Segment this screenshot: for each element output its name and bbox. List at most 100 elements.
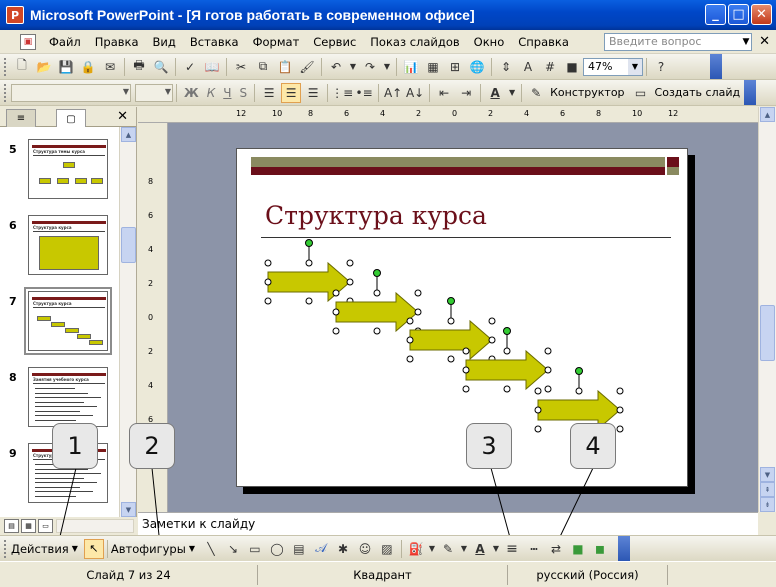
help-search-input[interactable]: Введите вопрос [604,33,752,51]
menu-help[interactable]: Справка [511,35,576,49]
font-color-icon[interactable]: A [470,539,490,559]
rectangle-icon[interactable]: ▭ [245,539,265,559]
shadow-button[interactable]: S [235,86,251,100]
numbering-icon[interactable]: ⋮≡ [331,83,353,103]
next-slide-icon[interactable]: ⇟ [760,497,775,512]
chevron-down-icon[interactable]: ▼ [348,57,358,77]
wordart-icon[interactable]: 𝒜 [311,539,331,559]
menu-file[interactable]: Файл [42,35,88,49]
scroll-down-icon[interactable]: ▼ [760,467,775,482]
slide-thumbnail-row[interactable]: 7 Структура курса [0,287,118,359]
grid-icon[interactable]: # [540,57,560,77]
line-color-icon[interactable]: ✎ [438,539,458,559]
chevron-down-icon[interactable]: ▼ [72,544,78,553]
copy-icon[interactable]: ⧉ [253,57,273,77]
chevron-down-icon[interactable]: ▼ [492,539,500,559]
menu-view[interactable]: Вид [146,35,183,49]
dash-style-icon[interactable]: ┅ [524,539,544,559]
line-style-icon[interactable]: ≡ [502,539,522,559]
menu-insert[interactable]: Вставка [183,35,246,49]
expand-all-icon[interactable]: ⇕ [496,57,516,77]
toolbar-options-icon[interactable] [710,54,722,79]
slide-thumbnail[interactable]: Занятия учебного курса [28,367,108,427]
zoom-select[interactable]: 47% ▼ [583,57,643,76]
autoshapes-menu[interactable]: Автофигуры [111,542,186,556]
toolbar-grip[interactable] [4,83,8,102]
slide-sorter-icon[interactable]: ▦ [21,519,36,533]
slide-thumbnail-row[interactable]: 5 Структура темы курса [0,139,118,207]
bold-button[interactable]: Ж [180,86,203,100]
actions-menu[interactable]: Действия [11,542,69,556]
notes-pane[interactable]: Заметки к слайду [138,512,758,535]
font-size-select[interactable]: ▼ [135,83,173,102]
textbox-icon[interactable]: ▤ [289,539,309,559]
paste-icon[interactable]: 📋 [275,57,295,77]
arrow-style-icon[interactable]: ⇄ [546,539,566,559]
close-icon[interactable]: ✕ [117,109,128,124]
close-document-icon[interactable]: ✕ [759,34,770,49]
increase-indent-icon[interactable]: ⇥ [456,83,476,103]
tab-slides[interactable]: ▢ [56,109,86,128]
menu-tools[interactable]: Сервис [306,35,363,49]
open-folder-icon[interactable]: 📂 [34,57,54,77]
previous-slide-icon[interactable]: ⇞ [760,482,775,497]
table-icon[interactable]: ▦ [423,57,443,77]
new-slide-button[interactable]: Создать слайд [655,86,741,99]
arrow-icon[interactable]: ↘ [223,539,243,559]
chevron-down-icon[interactable]: ▼ [382,57,392,77]
print-icon[interactable]: 🖶 [129,57,149,77]
undo-icon[interactable]: ↶ [326,57,346,77]
permission-icon[interactable]: 🔒 [78,57,98,77]
show-formatting-icon[interactable]: A [518,57,538,77]
chevron-down-icon[interactable]: ▼ [628,58,642,75]
cut-icon[interactable]: ✂ [231,57,251,77]
chevron-down-icon[interactable]: ▼ [507,83,517,103]
shadow-style-icon[interactable]: ■ [568,539,588,559]
font-name-select[interactable]: ▼ [11,83,131,102]
close-button[interactable]: ✕ [751,4,772,25]
slide-title[interactable]: Структура курса [265,201,487,230]
clipart-icon[interactable]: ☺ [355,539,375,559]
menu-window[interactable]: Окно [467,35,512,49]
main-vertical-scrollbar[interactable]: ▲ ▼ ⇞ ⇟ [758,107,776,512]
toolbar-grip[interactable] [4,57,8,76]
toolbar-options-icon[interactable] [744,80,756,105]
spelling-icon[interactable]: ✓ [180,57,200,77]
tables-borders-icon[interactable]: ⊞ [445,57,465,77]
fill-color-icon[interactable]: ⛽ [406,539,426,559]
email-icon[interactable]: ✉ [100,57,120,77]
normal-view-icon[interactable]: ▤ [4,519,19,533]
font-color-icon[interactable]: A [485,83,505,103]
scrollbar-thumb[interactable] [760,305,775,361]
maximize-button[interactable]: □ [728,4,749,25]
bullets-icon[interactable]: •≡ [354,83,374,103]
line-icon[interactable]: ╲ [201,539,221,559]
align-center-icon[interactable]: ☰ [281,82,302,103]
chevron-down-icon[interactable]: ▼ [460,539,468,559]
scrollbar-thumb[interactable] [121,227,136,263]
scroll-up-icon[interactable]: ▲ [760,107,775,122]
chevron-down-icon[interactable]: ▼ [189,544,195,553]
save-icon[interactable]: 💾 [56,57,76,77]
increase-font-icon[interactable]: A↑ [383,83,403,103]
toolbar-grip[interactable] [4,539,8,558]
slide-thumbnail-row[interactable]: 6 Структура курса [0,215,118,283]
minimize-button[interactable]: _ [705,4,726,25]
powerpoint-icon[interactable]: P [6,6,24,24]
diagram-icon[interactable]: ✱ [333,539,353,559]
slideshow-icon[interactable]: ▭ [38,519,53,533]
document-icon[interactable]: ▣ [20,33,36,50]
select-objects-icon[interactable]: ↖ [83,538,104,559]
decrease-font-icon[interactable]: A↓ [405,83,425,103]
underline-button[interactable]: Ч [219,86,235,100]
slide-canvas[interactable]: Структура курса [236,148,688,487]
print-preview-icon[interactable]: 🔍 [151,57,171,77]
decrease-indent-icon[interactable]: ⇤ [434,83,454,103]
menu-edit[interactable]: Правка [88,35,146,49]
menu-format[interactable]: Формат [246,35,307,49]
redo-icon[interactable]: ↷ [360,57,380,77]
help-icon[interactable]: ? [651,57,671,77]
oval-icon[interactable]: ◯ [267,539,287,559]
toolbar-options-icon[interactable] [618,536,630,561]
align-right-icon[interactable]: ☰ [303,83,323,103]
